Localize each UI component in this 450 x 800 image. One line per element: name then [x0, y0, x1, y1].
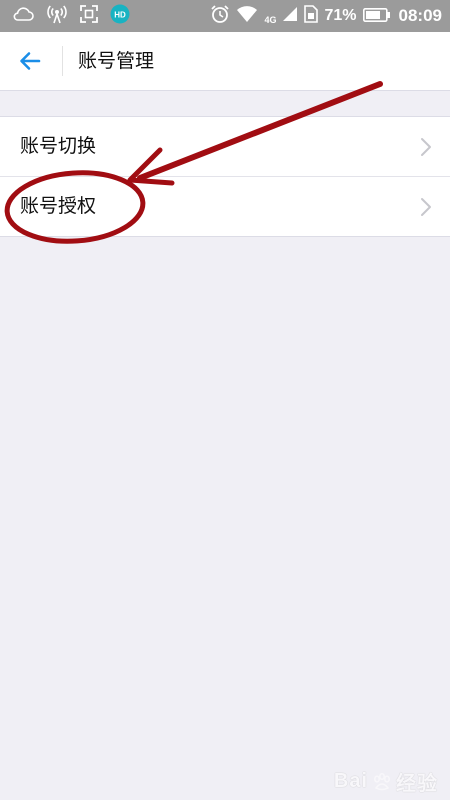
list-item-label: 账号授权 — [20, 195, 97, 217]
battery-icon — [362, 7, 391, 26]
network-type: 4G — [264, 15, 277, 25]
status-bar: HD 4G 71% 08:09 — [0, 0, 450, 32]
wifi-icon — [236, 5, 258, 27]
back-button[interactable] — [14, 45, 46, 77]
signal-icon — [282, 6, 298, 26]
watermark: Bai 经验 — [334, 767, 438, 796]
alarm-icon — [210, 4, 230, 28]
list-item-account-authorization[interactable]: 账号授权 — [0, 176, 450, 236]
sim-icon — [304, 5, 319, 27]
list-item-label: 账号切换 — [20, 135, 97, 157]
watermark-brand: Bai — [333, 770, 368, 792]
header-divider — [62, 46, 63, 76]
watermark-suffix: 经验 — [396, 773, 438, 795]
chevron-right-icon — [421, 198, 431, 216]
back-arrow-icon — [20, 52, 41, 70]
chevron-right-icon — [421, 138, 431, 156]
battery-percent: 71% — [324, 7, 357, 24]
hotspot-icon — [46, 4, 68, 28]
app-header: 账号管理 — [0, 32, 450, 91]
page-title: 账号管理 — [78, 50, 155, 72]
svg-text:HD: HD — [114, 11, 126, 20]
settings-list: 账号切换 账号授权 — [0, 116, 450, 237]
baidu-paw-icon — [374, 772, 390, 790]
cloud-icon — [12, 6, 34, 26]
status-bar-left: HD — [12, 4, 130, 28]
hd-app-icon: HD — [110, 4, 130, 28]
status-bar-right: 4G 71% 08:09 — [210, 4, 442, 28]
clock: 08:09 — [398, 6, 442, 25]
screenshot-icon — [80, 5, 98, 27]
list-item-account-switch[interactable]: 账号切换 — [0, 117, 450, 176]
